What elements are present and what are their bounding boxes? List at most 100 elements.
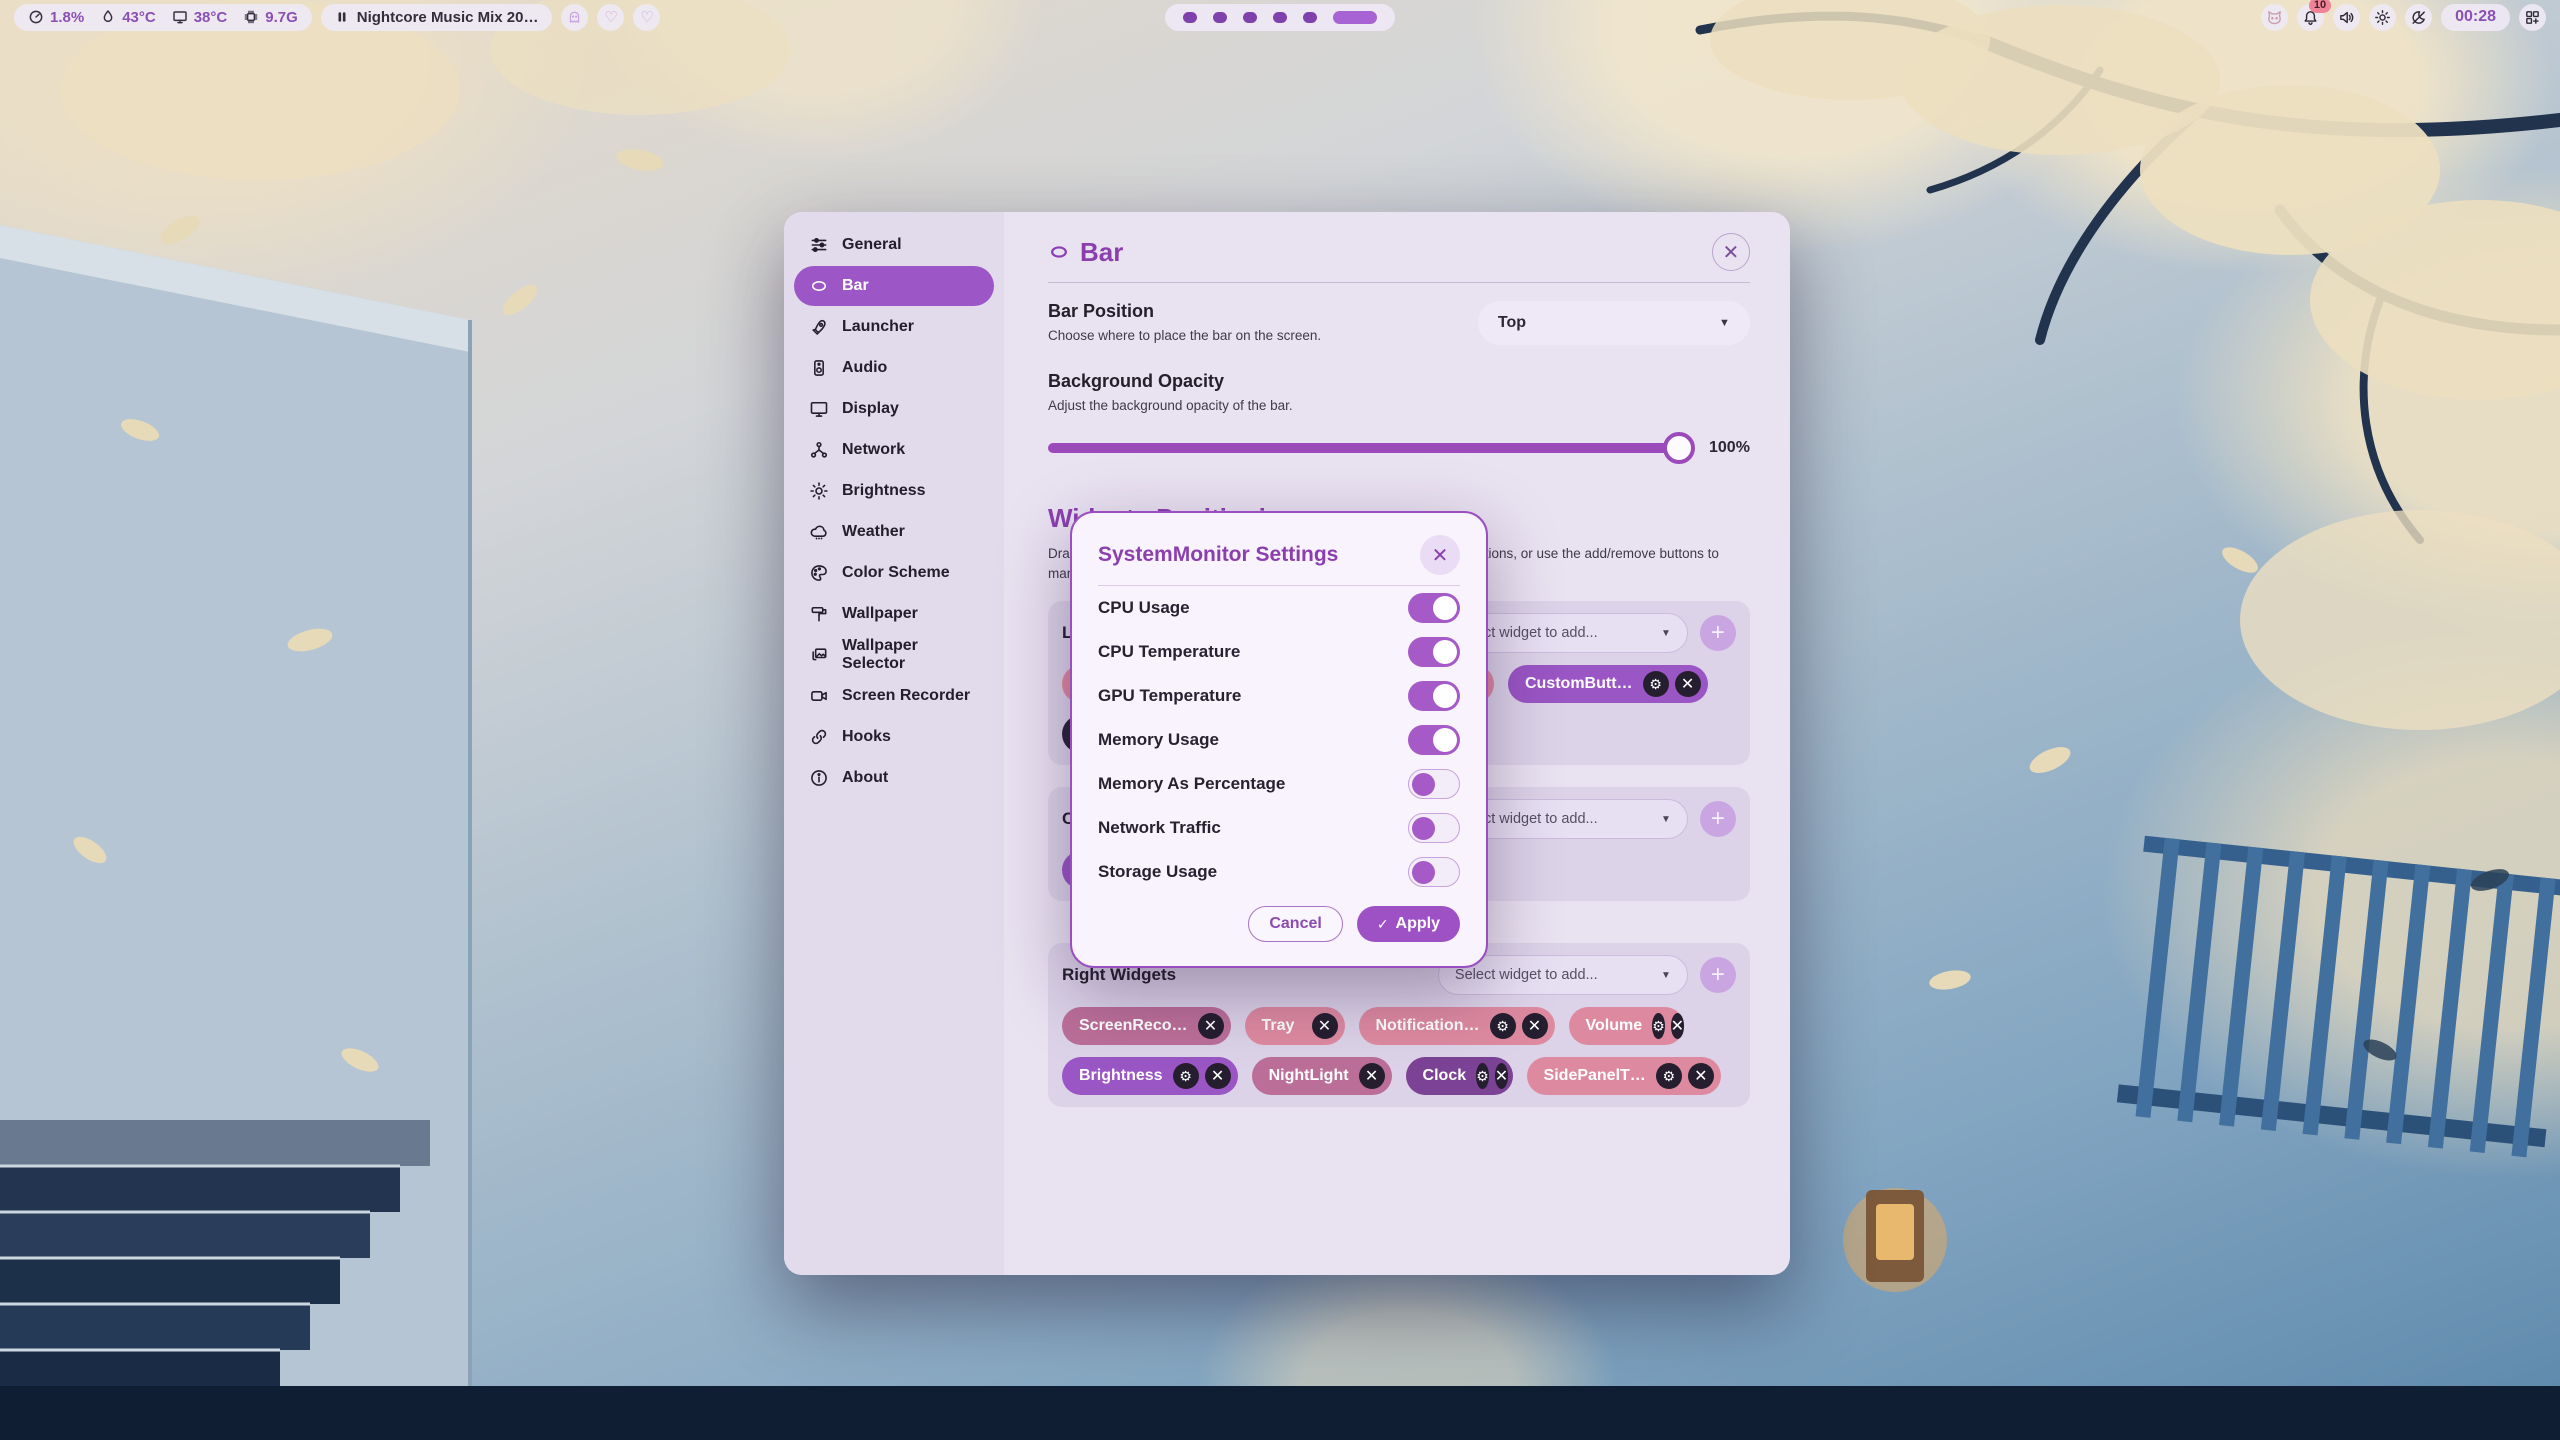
overview-button[interactable] [2519, 4, 2546, 31]
chip-label: Clock [1423, 1067, 1467, 1085]
close-icon: ✕ [1694, 1066, 1707, 1086]
cancel-button[interactable]: Cancel [1248, 906, 1342, 942]
toggle-switch-memory-as-percentage[interactable] [1408, 769, 1460, 799]
close-icon: ✕ [1432, 543, 1449, 568]
favorite-button-2[interactable]: ♡ [633, 4, 660, 31]
gpu-temp-stat: 38°C [172, 9, 228, 26]
sidebar-item-bar[interactable]: Bar [794, 266, 994, 306]
favorite-button[interactable]: ♡ [597, 4, 624, 31]
brightness-button[interactable] [2369, 4, 2396, 31]
widget-chip-nightlight[interactable]: NightLight✕ [1252, 1057, 1392, 1095]
slider-thumb[interactable] [1663, 432, 1695, 464]
toggle-switch-storage-usage[interactable] [1408, 857, 1460, 887]
chip-remove-button[interactable]: ✕ [1495, 1063, 1508, 1089]
check-icon: ✓ [1377, 916, 1389, 933]
toggle-switch-gpu-temperature[interactable] [1408, 681, 1460, 711]
widget-chip-notification[interactable]: Notification…⚙✕ [1359, 1007, 1555, 1045]
toggle-switch-memory-usage[interactable] [1408, 725, 1460, 755]
sidebar-item-color-scheme[interactable]: Color Scheme [794, 553, 994, 593]
widget-chip-volume[interactable]: Volume⚙✕ [1569, 1007, 1684, 1045]
chip-remove-button[interactable]: ✕ [1675, 671, 1701, 697]
sidebar-item-general[interactable]: General [794, 225, 994, 265]
widget-chip-sidepanelt[interactable]: SidePanelT… ⚙ ✕ [1527, 1057, 1721, 1095]
bar-position-select[interactable]: Top ▼ [1478, 301, 1750, 345]
widget-chip-custombutt[interactable]: CustomButt…⚙✕ [1508, 665, 1708, 703]
widget-chip-brightness[interactable]: Brightness⚙✕ [1062, 1057, 1238, 1095]
sidebar-item-wallpaper[interactable]: Wallpaper [794, 594, 994, 634]
sidebar-item-about[interactable]: About [794, 758, 994, 798]
workspace-dot[interactable] [1303, 12, 1317, 23]
chevron-down-icon: ▼ [1719, 317, 1730, 329]
add-widget-button[interactable]: + [1700, 801, 1736, 837]
chip-settings-button[interactable]: ⚙ [1173, 1063, 1199, 1089]
workspace-dot[interactable] [1183, 12, 1197, 23]
chip-settings-button[interactable]: ⚙ [1652, 1013, 1665, 1039]
bar-pill-icon [1048, 241, 1070, 263]
speaker-box-icon [809, 358, 829, 378]
workspace-dot[interactable] [1213, 12, 1227, 23]
workspace-dot[interactable] [1273, 12, 1287, 23]
sidebar-item-brightness[interactable]: Brightness [794, 471, 994, 511]
chip-remove-button[interactable]: ✕ [1198, 1013, 1224, 1039]
bar-position-description: Choose where to place the bar on the scr… [1048, 328, 1321, 343]
ghost-button[interactable] [561, 4, 588, 31]
chip-settings-button[interactable]: ⚙ [1656, 1063, 1682, 1089]
clock-pill[interactable]: 00:28 [2441, 4, 2510, 31]
chip-label: SidePanelT… [1544, 1067, 1646, 1085]
heart-icon: ♡ [604, 8, 617, 26]
chip-remove-button[interactable]: ✕ [1522, 1013, 1548, 1039]
chip-settings-button[interactable]: ⚙ [1476, 1063, 1489, 1089]
volume-button[interactable] [2333, 4, 2360, 31]
night-light-button[interactable] [2405, 4, 2432, 31]
toggle-switch-cpu-usage[interactable] [1408, 593, 1460, 623]
sidebar-item-wallpaper-selector[interactable]: Wallpaper Selector [794, 635, 994, 675]
sidebar-item-display[interactable]: Display [794, 389, 994, 429]
sidebar-item-weather[interactable]: Weather [794, 512, 994, 552]
widget-chip-clock[interactable]: Clock ⚙✕ [1406, 1057, 1513, 1095]
system-stats-pill[interactable]: 1.8% 43°C 38°C 9.7G [14, 4, 312, 31]
page-title: Bar [1080, 237, 1123, 268]
close-icon: ✕ [1318, 1016, 1331, 1036]
sidebar-item-launcher[interactable]: Launcher [794, 307, 994, 347]
media-player-pill[interactable]: Nightcore Music Mix 20… [321, 4, 553, 31]
apply-button[interactable]: ✓Apply [1357, 906, 1460, 942]
page-header: Bar ✕ [1048, 232, 1750, 272]
sidebar-item-audio[interactable]: Audio [794, 348, 994, 388]
add-widget-button[interactable]: + [1700, 615, 1736, 651]
workspace-dot-active[interactable] [1333, 11, 1377, 24]
flame-icon [100, 9, 116, 25]
chip-remove-button[interactable]: ✕ [1205, 1063, 1231, 1089]
tray-app-button[interactable] [2261, 4, 2288, 31]
sidebar-item-screen-recorder[interactable]: Screen Recorder [794, 676, 994, 716]
background-opacity-slider[interactable] [1048, 433, 1693, 463]
toggle-switch-cpu-temperature[interactable] [1408, 637, 1460, 667]
add-widget-button[interactable]: + [1700, 957, 1736, 993]
window-close-button[interactable]: ✕ [1712, 233, 1750, 271]
notifications-button[interactable]: 10 [2297, 4, 2324, 31]
widget-chip-tray[interactable]: Tray✕ [1245, 1007, 1345, 1045]
sidebar-item-label: Launcher [842, 318, 914, 336]
workspace-dot[interactable] [1243, 12, 1257, 23]
chip-remove-button[interactable]: ✕ [1671, 1013, 1684, 1039]
top-bar-left: 1.8% 43°C 38°C 9.7G Nightcore Music Mix … [14, 4, 1155, 31]
sidebar-item-label: Brightness [842, 482, 926, 500]
sidebar-item-label: Color Scheme [842, 564, 950, 582]
chip-remove-button[interactable]: ✕ [1312, 1013, 1338, 1039]
sidebar-item-hooks[interactable]: Hooks [794, 717, 994, 757]
sidebar-item-label: Wallpaper [842, 605, 918, 623]
chip-remove-button[interactable]: ✕ [1359, 1063, 1385, 1089]
night-light-icon [2410, 9, 2427, 26]
chip-label: ScreenReco… [1079, 1017, 1188, 1035]
toggle-switch-network-traffic[interactable] [1408, 813, 1460, 843]
chip-settings-button[interactable]: ⚙ [1490, 1013, 1516, 1039]
workspace-indicator[interactable] [1165, 4, 1395, 31]
sidebar-item-label: Bar [842, 277, 869, 295]
chip-remove-button[interactable]: ✕ [1688, 1063, 1714, 1089]
widget-chip-screenreco[interactable]: ScreenReco… ✕ [1062, 1007, 1231, 1045]
toggle-label: Storage Usage [1098, 862, 1217, 882]
chip-settings-button[interactable]: ⚙ [1643, 671, 1669, 697]
sidebar-item-label: Display [842, 400, 899, 418]
modal-title: SystemMonitor Settings [1098, 543, 1338, 567]
sidebar-item-network[interactable]: Network [794, 430, 994, 470]
modal-close-button[interactable]: ✕ [1420, 535, 1460, 575]
